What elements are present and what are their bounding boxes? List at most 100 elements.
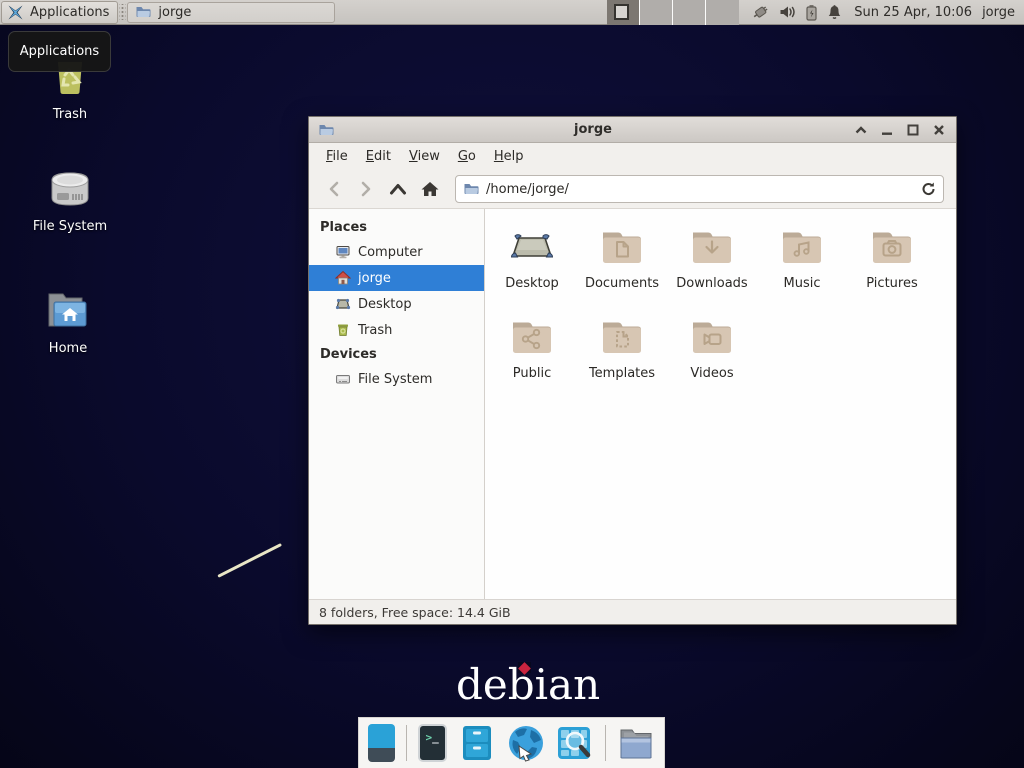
file-label: Templates [589,366,655,381]
file-item-templates[interactable]: Templates [577,313,667,381]
statusbar: 8 folders, Free space: 14.4 GiB [309,599,956,624]
sidebar: Places Computer jorge [309,209,485,599]
bottom-dock: >_ [358,717,665,768]
workspace-window-preview [614,4,629,20]
sidebar-item-desktop[interactable]: Desktop [309,291,484,317]
menu-view[interactable]: View [400,145,449,168]
file-item-public[interactable]: Public [487,313,577,381]
top-panel: Applications jorge [0,0,1024,25]
dock-separator [406,725,407,761]
applications-tooltip: Applications [8,31,111,72]
applications-menu-label: Applications [30,5,109,20]
folder-icon [135,4,151,20]
workspace-1[interactable] [607,0,640,25]
menu-help[interactable]: Help [485,145,533,168]
sidebar-item-home[interactable]: jorge [309,265,484,291]
directory-menu-icon[interactable] [617,724,655,762]
up-button[interactable] [383,174,413,204]
computer-icon [335,244,351,260]
show-desktop-icon[interactable] [368,724,395,762]
file-label: Downloads [676,276,747,291]
xfce-logo-icon [7,4,24,21]
panel-handle[interactable] [119,4,126,20]
workspace-2[interactable] [640,0,673,25]
file-label: Public [513,366,551,381]
menu-go[interactable]: Go [449,145,485,168]
tooltip-text: Applications [20,44,99,59]
file-item-downloads[interactable]: Downloads [667,223,757,291]
file-label: Desktop [505,276,559,291]
file-item-desktop[interactable]: Desktop [487,223,577,291]
sidebar-item-label: Desktop [358,297,412,312]
file-item-music[interactable]: Music [757,223,847,291]
window-titlebar[interactable]: jorge [309,117,956,143]
close-button[interactable] [930,121,947,138]
dock-separator [605,725,606,761]
file-item-videos[interactable]: Videos [667,313,757,381]
desktop-icon [335,296,351,312]
toolbar: /home/jorge/ [309,170,956,209]
desktop-icon-label: Home [49,341,87,356]
system-tray [751,4,842,21]
terminal-icon[interactable]: >_ [418,724,448,762]
statusbar-text: 8 folders, Free space: 14.4 GiB [319,605,511,620]
menu-edit[interactable]: Edit [357,145,400,168]
desktop-scratch-line [217,543,282,578]
window-title: jorge [334,122,852,137]
notifications-bell-icon[interactable] [827,4,842,20]
file-manager-window: jorge File Edit View Go Help [308,116,957,625]
desktop-icon-label: Trash [53,107,87,122]
sidebar-item-label: File System [358,372,432,387]
applications-menu-button[interactable]: Applications [1,1,118,24]
workspace-4[interactable] [706,0,739,25]
back-button[interactable] [319,174,349,204]
taskbar-window-button[interactable]: jorge [127,2,335,23]
battery-icon[interactable] [805,4,818,21]
file-item-documents[interactable]: Documents [577,223,667,291]
reload-icon[interactable] [921,181,936,197]
public-folder-icon [508,313,556,361]
forward-button[interactable] [351,174,381,204]
taskbar-window-label: jorge [158,5,191,20]
file-item-pictures[interactable]: Pictures [847,223,937,291]
path-text[interactable]: /home/jorge/ [486,182,921,197]
hard-drive-icon [44,168,96,214]
downloads-folder-icon [688,223,736,271]
workspace-3[interactable] [673,0,706,25]
location-bar[interactable]: /home/jorge/ [455,175,944,203]
sidebar-item-filesystem[interactable]: File System [309,366,484,392]
panel-username[interactable]: jorge [982,5,1015,20]
web-browser-icon[interactable] [507,724,545,762]
file-label: Music [784,276,821,291]
sidebar-devices-header: Devices [309,343,484,366]
debian-logo: debian [456,660,600,709]
volume-icon[interactable] [779,4,796,20]
path-folder-icon [463,181,479,197]
sidebar-item-trash[interactable]: Trash [309,317,484,343]
pictures-folder-icon [868,223,916,271]
maximize-button[interactable] [904,121,921,138]
home-button[interactable] [415,174,445,204]
minimize-button[interactable] [878,121,895,138]
trash-icon [335,322,351,338]
shade-button[interactable] [852,121,869,138]
menu-file[interactable]: File [317,145,357,168]
desktop-icon-label: File System [33,219,107,234]
panel-clock[interactable]: Sun 25 Apr, 10:06 [854,5,972,20]
desktop-icon-filesystem[interactable]: File System [22,168,118,234]
sidebar-item-computer[interactable]: Computer [309,239,484,265]
file-view[interactable]: Desktop Documents Download [485,209,956,599]
desktop-icon-home[interactable]: Home [20,288,116,356]
network-icon[interactable] [751,4,770,20]
home-icon [335,270,351,286]
workspace-pager[interactable] [607,0,739,25]
templates-folder-icon [598,313,646,361]
home-folder-icon [42,288,94,336]
sidebar-item-label: Computer [358,245,423,260]
window-folder-icon [318,122,334,138]
menubar: File Edit View Go Help [309,143,956,170]
sidebar-item-label: jorge [358,271,391,286]
app-finder-icon[interactable] [556,724,594,762]
file-manager-icon[interactable] [458,724,496,762]
file-label: Documents [585,276,659,291]
